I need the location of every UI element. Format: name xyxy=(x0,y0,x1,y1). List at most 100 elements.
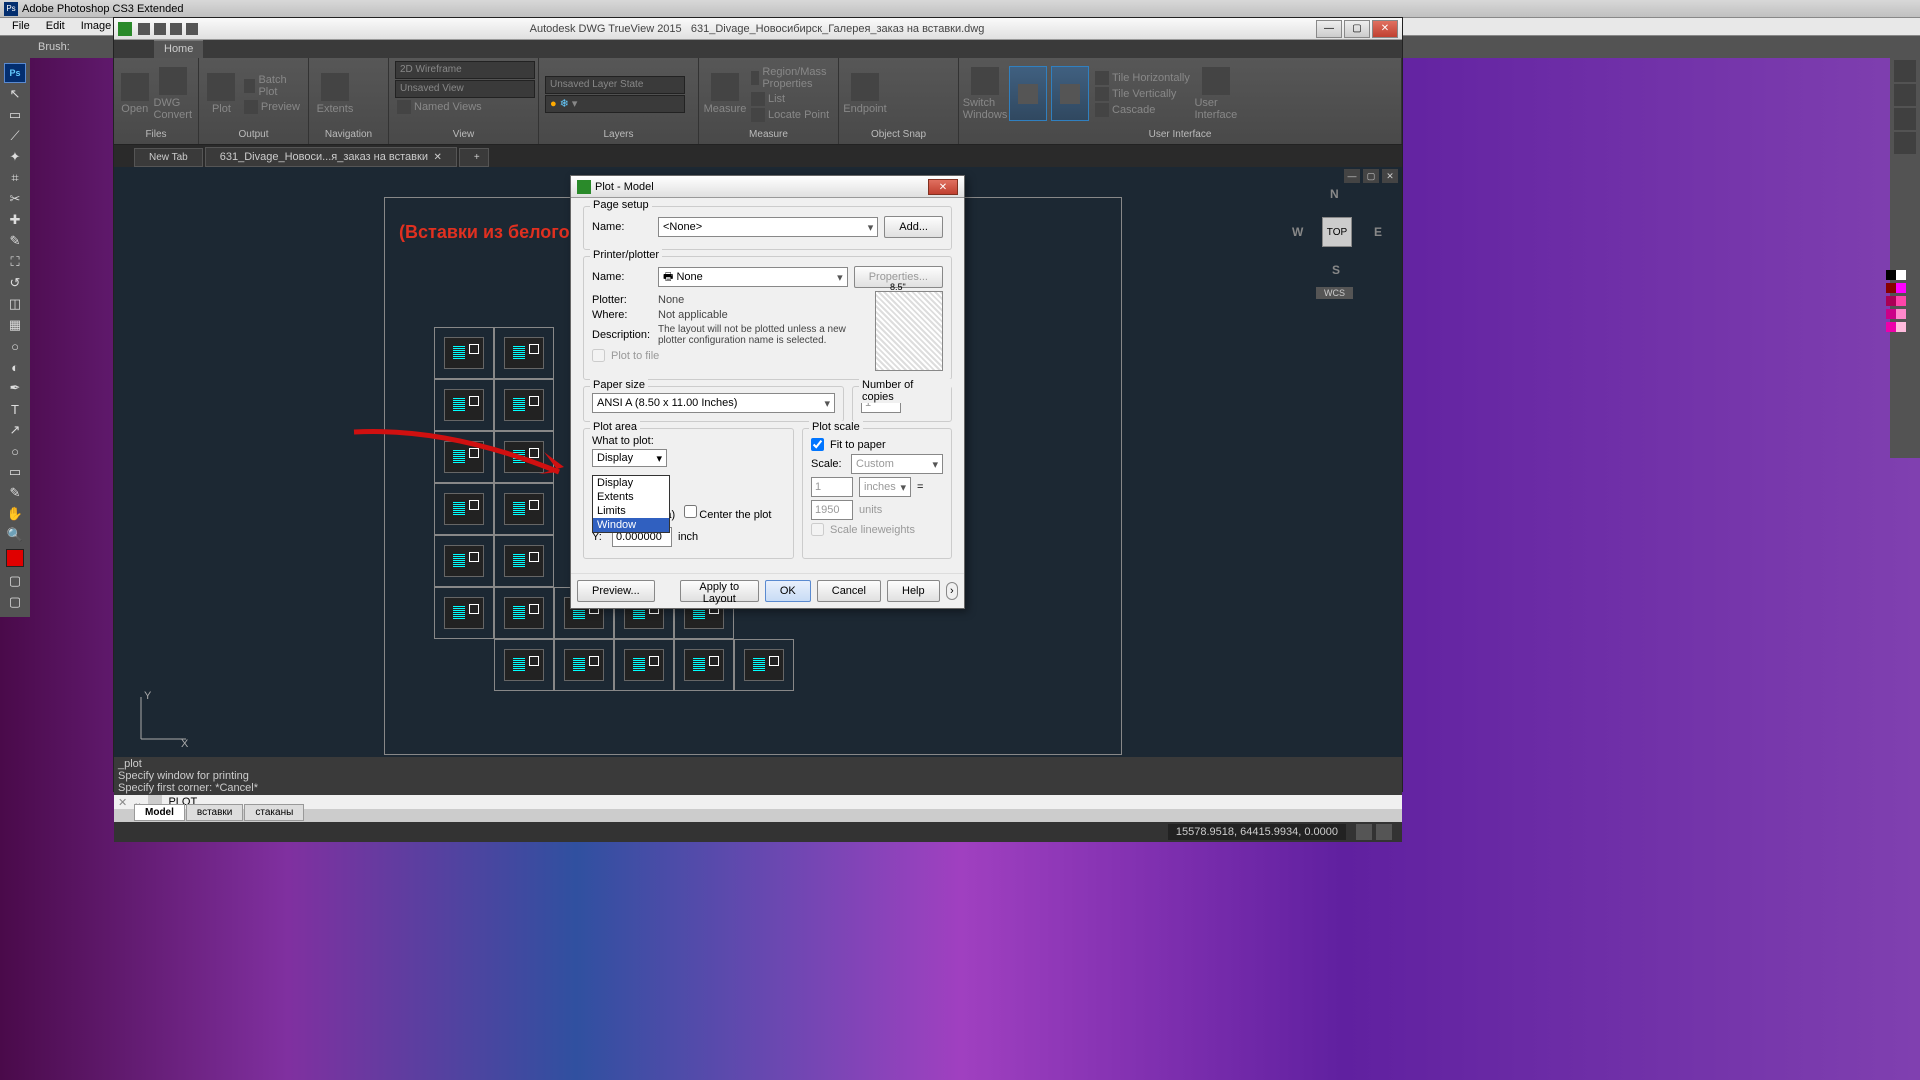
ps-logo-button[interactable]: Ps xyxy=(4,63,26,83)
marquee-tool[interactable]: ▭ xyxy=(4,105,26,125)
doc-close[interactable]: ✕ xyxy=(1382,169,1398,183)
layout-model[interactable]: Model xyxy=(134,804,185,821)
view-cube[interactable]: N S E W TOP WCS xyxy=(1292,187,1382,277)
center-checkbox[interactable] xyxy=(684,505,697,518)
qat-btn[interactable] xyxy=(186,23,198,35)
preview-button[interactable]: Preview xyxy=(242,99,302,115)
plot-button[interactable]: Plot xyxy=(205,66,238,121)
add-pagesetup-button[interactable]: Add... xyxy=(884,216,943,238)
plot-dialog-titlebar[interactable]: Plot - Model ✕ xyxy=(571,176,964,198)
pagesetup-name-combo[interactable]: <None> xyxy=(658,217,878,237)
menu-file[interactable]: File xyxy=(4,18,38,35)
plot-option-window[interactable]: Window xyxy=(593,518,669,532)
command-line[interactable]: ✕ ⌄ PLOT xyxy=(114,795,1402,809)
qat-btn[interactable] xyxy=(170,23,182,35)
osnap-icon[interactable] xyxy=(907,103,921,117)
layer-combo[interactable]: ●❄▾ xyxy=(545,95,685,113)
osnap-icon[interactable] xyxy=(889,87,903,101)
layer-icon[interactable] xyxy=(561,60,575,74)
locatepoint-button[interactable]: Locate Point xyxy=(749,107,834,123)
stamp-tool[interactable]: ⛶ xyxy=(4,252,26,272)
osnap-icon[interactable] xyxy=(925,87,939,101)
ribbon-tabs[interactable]: Home xyxy=(114,40,1402,58)
nav-icon[interactable] xyxy=(359,71,373,85)
gradient-tool[interactable]: ▦ xyxy=(4,315,26,335)
type-tool[interactable]: T xyxy=(4,399,26,419)
switchwin-button[interactable]: Switch Windows xyxy=(965,66,1005,121)
close-button[interactable]: ✕ xyxy=(1372,20,1398,38)
osnap-icon[interactable] xyxy=(907,71,921,85)
unsavedview-combo[interactable]: Unsaved View xyxy=(395,80,535,98)
brush-tool[interactable]: ✎ xyxy=(4,231,26,251)
status-icon[interactable] xyxy=(1376,824,1392,840)
batchplot-button[interactable]: Batch Plot xyxy=(242,73,302,99)
ui-tile-button[interactable] xyxy=(1051,66,1089,121)
command-area[interactable]: _plot Specify window for printing Specif… xyxy=(114,757,1402,802)
notes-tool[interactable]: ▭ xyxy=(4,462,26,482)
layer-icon[interactable] xyxy=(577,60,591,74)
fg-swatch[interactable] xyxy=(6,549,24,567)
visualstyle-combo[interactable]: 2D Wireframe xyxy=(395,61,535,79)
cascade-button[interactable]: Cascade xyxy=(1093,102,1192,118)
wcs-label[interactable]: WCS xyxy=(1316,287,1353,299)
cancel-button[interactable]: Cancel xyxy=(817,580,881,602)
status-icon[interactable] xyxy=(1356,824,1372,840)
nav-icon[interactable] xyxy=(359,103,373,117)
ui-tile-button[interactable] xyxy=(1009,66,1047,121)
dwgconvert-button[interactable]: DWG Convert xyxy=(153,66,192,121)
photoshop-toolbox[interactable]: Ps ↖ ▭ ⟋ ✦ ⌗ ✂ ✚ ✎ ⛶ ↺ ◫ ▦ ○ ◐ ✒ T ↗ ○ ▭… xyxy=(0,58,30,617)
photoshop-swatches[interactable] xyxy=(1886,270,1916,335)
path-tool[interactable]: ↗ xyxy=(4,420,26,440)
lasso-tool[interactable]: ⟋ xyxy=(4,126,26,146)
help-button[interactable]: Help xyxy=(887,580,940,602)
blur-tool[interactable]: ○ xyxy=(4,336,26,356)
ok-button[interactable]: OK xyxy=(765,580,811,602)
wand-tool[interactable]: ✦ xyxy=(4,147,26,167)
screenmode-tool[interactable]: ▢ xyxy=(4,592,26,612)
crop-tool[interactable]: ⌗ xyxy=(4,168,26,188)
qat-btn[interactable] xyxy=(138,23,150,35)
photoshop-palettes[interactable] xyxy=(1890,58,1920,458)
min-button[interactable]: — xyxy=(1316,20,1342,38)
fitpaper-checkbox[interactable] xyxy=(811,438,824,451)
eraser-tool[interactable]: ◫ xyxy=(4,294,26,314)
osnap-icon[interactable] xyxy=(925,71,939,85)
palette-btn[interactable] xyxy=(1894,132,1916,154)
apply-button[interactable]: Apply to Layout xyxy=(680,580,759,602)
regionmass-button[interactable]: Region/Mass Properties xyxy=(749,65,834,91)
layout-tab[interactable]: стаканы xyxy=(244,804,304,821)
tilehoriz-button[interactable]: Tile Horizontally xyxy=(1093,70,1192,86)
palette-btn[interactable] xyxy=(1894,84,1916,106)
whattoplot-combo[interactable]: Display xyxy=(592,449,667,467)
extents-button[interactable]: Extents xyxy=(315,66,355,121)
palette-btn[interactable] xyxy=(1894,60,1916,82)
history-tool[interactable]: ↺ xyxy=(4,273,26,293)
qat-btn[interactable] xyxy=(154,23,166,35)
hand-tool[interactable]: ✋ xyxy=(4,504,26,524)
preview-button[interactable]: Preview... xyxy=(577,580,655,602)
pen-tool[interactable]: ✒ xyxy=(4,378,26,398)
tilevert-button[interactable]: Tile Vertically xyxy=(1093,86,1192,102)
zoom-tool[interactable]: 🔍 xyxy=(4,525,26,545)
open-button[interactable]: Open xyxy=(120,66,149,121)
nav-icon[interactable] xyxy=(359,87,373,101)
plot-option-display[interactable]: Display xyxy=(593,476,669,490)
eyedrop-tool[interactable]: ✎ xyxy=(4,483,26,503)
plot-dialog-close[interactable]: ✕ xyxy=(928,179,958,195)
viewcube-top[interactable]: TOP xyxy=(1322,217,1352,247)
layerstate-combo[interactable]: Unsaved Layer State xyxy=(545,76,685,94)
palette-btn[interactable] xyxy=(1894,108,1916,130)
tab-new[interactable]: New Tab xyxy=(134,148,203,167)
doc-tabs[interactable]: New Tab 631_Divage_Новоси...я_заказ на в… xyxy=(114,145,1402,167)
measure-button[interactable]: Measure xyxy=(705,66,745,121)
plot-option-extents[interactable]: Extents xyxy=(593,490,669,504)
trueview-titlebar[interactable]: Autodesk DWG TrueView 2015 631_Divage_Но… xyxy=(114,18,1402,40)
namedviews-button[interactable]: Named Views xyxy=(395,99,532,115)
doc-max[interactable]: ▢ xyxy=(1363,169,1379,183)
osnap-icon[interactable] xyxy=(889,71,903,85)
osnap-icon[interactable] xyxy=(925,103,939,117)
printer-combo[interactable]: 🖶 None xyxy=(658,267,848,287)
osnap-icon[interactable] xyxy=(907,87,921,101)
tab-add[interactable]: + xyxy=(459,148,489,167)
list-button[interactable]: List xyxy=(749,91,834,107)
